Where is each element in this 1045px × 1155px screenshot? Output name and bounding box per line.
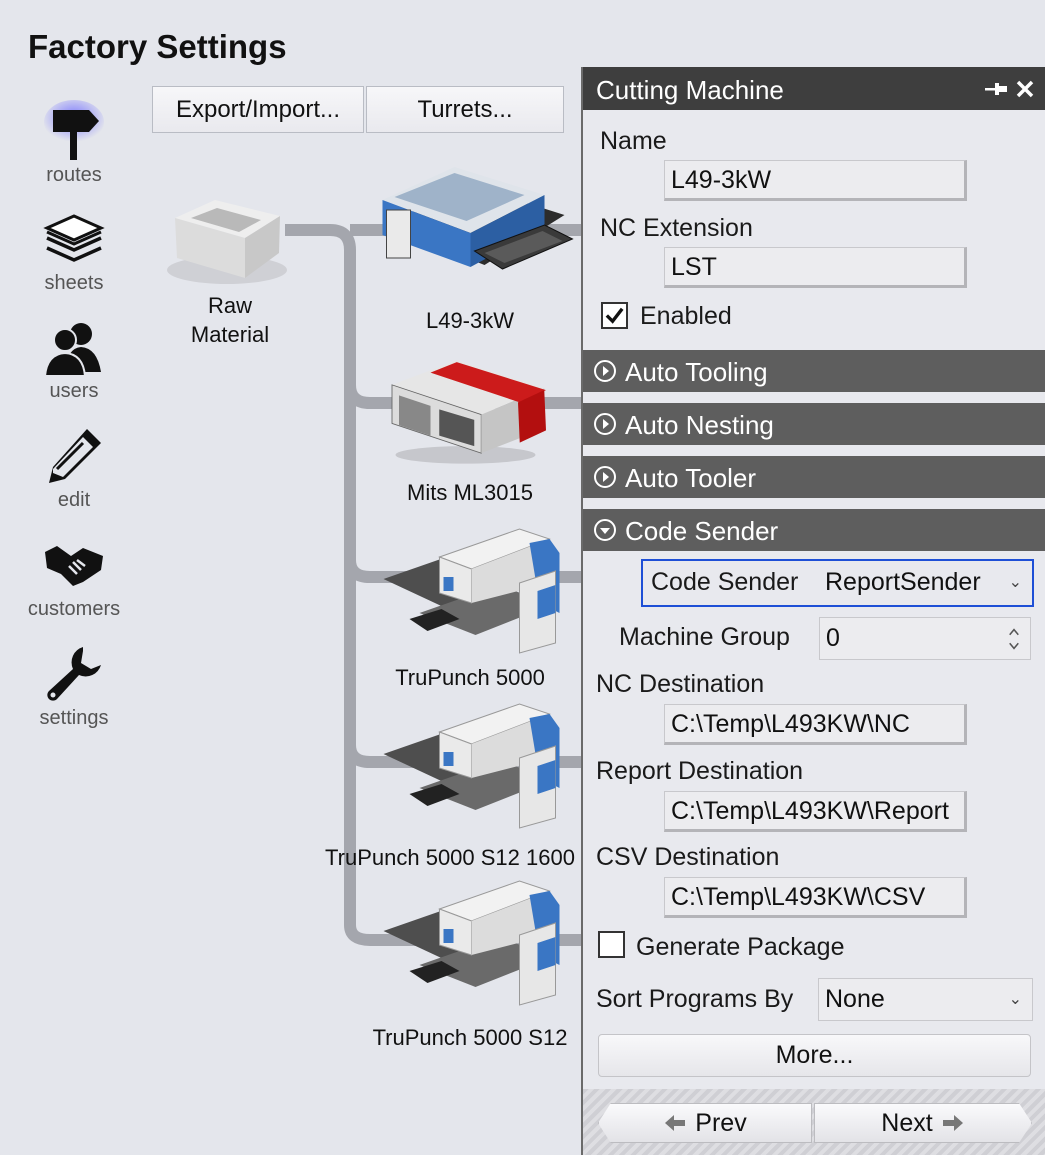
material-box-icon [167,200,287,284]
laser-machine-icon[interactable] [372,155,577,285]
nav-label: routes [46,164,102,186]
csv-destination-label: CSV Destination [596,843,780,871]
cutting-machine-panel: Cutting Machine Name L49-3kW NC Extensio… [581,67,1045,1155]
punch-machine-icon[interactable] [372,875,587,1025]
name-label: Name [600,127,667,155]
code-sender-select[interactable]: ReportSender ⌄ [819,562,1032,604]
close-icon[interactable] [1015,79,1035,99]
checkmark-icon [605,307,624,324]
nav-item-sheets[interactable]: sheets [18,208,130,308]
prev-button[interactable]: Prev [598,1103,812,1143]
csv-destination-field[interactable]: C:\Temp\L493KW\CSV [664,877,967,918]
nav-label: users [49,380,99,402]
nav-label: settings [39,707,109,729]
machine-group-stepper[interactable]: 0 [819,617,1031,660]
section-label: Auto Tooler [625,463,757,493]
code-sender-label: Code Sender [651,568,799,596]
spinner-arrows-icon[interactable] [1008,624,1020,654]
sort-programs-select[interactable]: None ⌄ [818,978,1033,1021]
punch-machine-icon[interactable] [372,698,587,848]
next-label: Next [881,1108,933,1137]
nc-extension-field[interactable]: LST [664,247,967,288]
wrench-icon [47,647,101,701]
sort-programs-label: Sort Programs By [596,985,794,1013]
pencil-icon [49,429,101,483]
nav-item-routes[interactable]: routes [18,100,130,200]
nav-label: edit [57,489,91,511]
enabled-checkbox[interactable] [601,302,628,329]
section-auto-tooling[interactable]: Auto Tooling [583,350,1045,392]
signpost-icon [44,100,104,160]
nav-item-settings[interactable]: settings [18,643,130,743]
punch-machine-icon[interactable] [372,523,587,673]
section-code-sender[interactable]: Code Sender [583,509,1045,551]
route-label-machine: L49-3kW [425,308,515,333]
generate-package-label: Generate Package [636,933,845,961]
enabled-label: Enabled [640,302,732,330]
chevron-down-icon: ⌄ [1008,991,1022,1008]
nc-destination-label: NC Destination [596,670,765,698]
generate-package-checkbox[interactable] [598,931,625,958]
route-label-line: Raw [207,293,252,318]
arrow-right-icon [942,1115,963,1131]
panel-header: Cutting Machine [583,67,1045,110]
nav-label: sheets [44,272,104,294]
chevron-down-icon: ⌄ [1008,574,1022,591]
laser-machine-icon[interactable] [378,346,553,471]
handshake-icon [45,546,103,586]
sheets-stack-icon [43,214,105,262]
report-destination-label: Report Destination [596,757,804,785]
expand-arrow-icon [594,466,616,488]
section-auto-nesting[interactable]: Auto Nesting [583,403,1045,445]
name-field[interactable]: L49-3kW [664,160,967,201]
nc-destination-field[interactable]: C:\Temp\L493KW\NC [664,704,967,745]
next-button[interactable]: Next [814,1103,1032,1143]
route-label-machine: TruPunch 5000 S12 1600 [325,845,575,870]
arrow-left-icon [665,1115,686,1131]
turrets-button[interactable]: Turrets... [366,86,564,133]
page-title: Factory Settings [28,28,287,65]
expand-arrow-icon [594,413,616,435]
nav-item-users[interactable]: users [18,316,130,416]
section-label: Auto Nesting [625,410,774,440]
nav-label: customers [27,598,121,620]
export-import-button[interactable]: Export/Import... [152,86,364,133]
route-label-raw-material: Raw Material [180,291,280,349]
route-diagram: Raw Material L49-3kW Mits ML3015 TruPunc… [140,150,585,1110]
nc-extension-label: NC Extension [600,214,753,242]
collapse-arrow-icon [594,519,616,541]
users-icon [43,323,101,377]
prev-label: Prev [695,1108,747,1137]
nav-item-edit[interactable]: edit [18,425,130,525]
section-auto-tooler[interactable]: Auto Tooler [583,456,1045,498]
nav-item-customers[interactable]: customers [18,534,130,634]
route-label-machine: TruPunch 5000 S12 [372,1025,568,1050]
more-button[interactable]: More... [598,1034,1031,1077]
select-value: ReportSender [825,568,981,596]
expand-arrow-icon [594,360,616,382]
stepper-value: 0 [826,624,840,652]
route-label-machine: TruPunch 5000 [395,665,545,690]
panel-title: Cutting Machine [596,75,784,105]
select-value: None [825,985,885,1013]
code-sender-row: Code Sender ReportSender ⌄ [641,559,1034,607]
section-label: Auto Tooling [625,357,768,387]
machine-group-label: Machine Group [619,623,790,651]
route-label-line: Material [190,322,270,347]
section-label: Code Sender [625,516,779,546]
report-destination-field[interactable]: C:\Temp\L493KW\Report [664,791,967,832]
route-label-machine: Mits ML3015 [407,480,533,505]
pin-icon[interactable] [985,79,1009,99]
